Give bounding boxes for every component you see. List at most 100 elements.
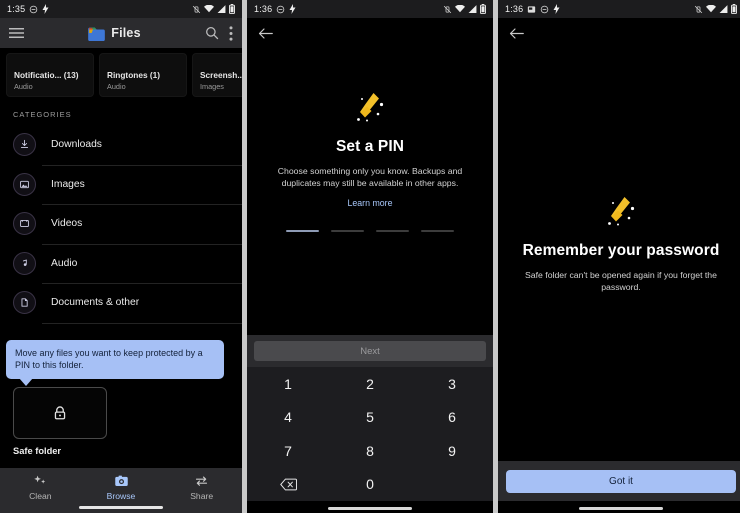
back-arrow-icon[interactable] <box>509 27 524 40</box>
sidebar-item-label: Downloads <box>51 139 102 151</box>
sidebar-item-audio[interactable]: Audio <box>0 243 242 284</box>
more-vert-icon[interactable] <box>229 25 233 41</box>
bottom-navigation: Clean Browse Share <box>0 468 242 513</box>
key-backspace[interactable] <box>247 468 329 502</box>
file-card[interactable]: Ringtones (1) Audio <box>99 53 187 97</box>
panel-set-a-pin: 1:36 Set a PIN Choose something only you… <box>247 0 493 513</box>
vibrate-off-icon <box>694 5 703 14</box>
progress-dash[interactable] <box>376 229 409 233</box>
file-card[interactable]: Screensh... (1 Images <box>192 53 242 97</box>
safe-folder-button[interactable] <box>13 387 107 439</box>
progress-dash[interactable] <box>421 229 454 233</box>
browse-folder-icon <box>114 474 129 488</box>
tab-label: Share <box>190 491 214 501</box>
file-card[interactable]: Notificatio... (13) Audio <box>6 53 94 97</box>
file-card-subtitle: Audio <box>107 82 126 91</box>
tooltip-text: Move any files you want to keep protecte… <box>15 348 203 371</box>
battery-icon <box>229 4 235 14</box>
next-button-bar: Next <box>247 335 493 367</box>
signal-icon <box>217 5 226 13</box>
file-card-subtitle: Audio <box>14 82 33 91</box>
backspace-icon <box>279 478 297 491</box>
status-bar: 1:35 <box>0 0 242 18</box>
charging-bolt-icon <box>289 4 296 14</box>
home-indicator[interactable] <box>328 507 412 510</box>
music-note-icon <box>13 251 36 275</box>
status-bar: 1:36 <box>498 0 740 18</box>
status-time: 1:35 <box>7 4 26 14</box>
sidebar-item-downloads[interactable]: Downloads <box>0 125 242 165</box>
learn-more-link[interactable]: Learn more <box>348 198 393 208</box>
status-time: 1:36 <box>254 4 273 14</box>
safe-folder-tooltip: Move any files you want to keep protecte… <box>6 340 224 387</box>
charging-bolt-icon <box>553 4 560 14</box>
lock-icon <box>53 405 67 421</box>
key-0[interactable]: 0 <box>329 468 411 502</box>
tab-share[interactable]: Share <box>161 474 242 501</box>
image-icon <box>13 172 36 196</box>
key-4[interactable]: 4 <box>247 401 329 435</box>
password-hero: Remember your password Safe folder can't… <box>498 192 740 294</box>
sparkle-icon <box>33 474 48 488</box>
status-bar-left: 1:36 <box>254 4 296 14</box>
nav-strip <box>247 501 493 513</box>
pin-keypad: 1 2 3 4 5 6 7 8 9 0 <box>247 367 493 501</box>
key-9[interactable]: 9 <box>411 434 493 468</box>
key-7[interactable]: 7 <box>247 434 329 468</box>
home-indicator[interactable] <box>579 507 663 510</box>
wifi-icon <box>455 5 465 13</box>
key-5[interactable]: 5 <box>329 401 411 435</box>
battery-icon <box>731 4 737 14</box>
files-logo-icon <box>88 26 106 41</box>
status-bar-right <box>443 4 486 14</box>
tooltip-tail <box>19 378 33 387</box>
hero-title: Set a PIN <box>335 138 405 155</box>
sidebar-item-videos[interactable]: Videos <box>0 204 242 244</box>
status-bar-right <box>694 4 737 14</box>
screenshot-icon <box>527 5 536 14</box>
file-card-subtitle: Images <box>200 82 224 91</box>
key-2[interactable]: 2 <box>329 367 411 401</box>
progress-dash[interactable] <box>331 229 364 233</box>
signal-icon <box>719 5 728 13</box>
key-6[interactable]: 6 <box>411 401 493 435</box>
download-icon <box>13 133 36 157</box>
next-button[interactable]: Next <box>254 341 486 361</box>
search-icon[interactable] <box>205 26 219 40</box>
battery-icon <box>480 4 486 14</box>
progress-dash[interactable] <box>286 229 319 233</box>
pin-hero: Set a PIN Choose something only you know… <box>247 88 493 233</box>
sidebar-item-images[interactable]: Images <box>0 164 242 205</box>
back-arrow-icon[interactable] <box>258 27 273 40</box>
status-bar-left: 1:36 <box>505 4 560 14</box>
sidebar-item-label: Documents & other <box>51 297 140 309</box>
got-it-button[interactable]: Got it <box>506 469 736 493</box>
wifi-icon <box>204 5 214 13</box>
got-it-bar: Got it <box>498 461 740 501</box>
key-1[interactable]: 1 <box>247 367 329 401</box>
tab-browse[interactable]: Browse <box>81 474 162 501</box>
hero-title: Remember your password <box>522 242 720 259</box>
signal-icon <box>468 5 477 13</box>
wifi-icon <box>706 5 716 13</box>
yellow-broom-sparkle-icon <box>247 88 493 128</box>
sidebar-item-label: Videos <box>51 218 83 230</box>
back-row <box>498 18 740 48</box>
do-not-disturb-icon <box>276 5 285 14</box>
key-3[interactable]: 3 <box>411 367 493 401</box>
recent-files-strip: Notificatio... (13) Audio Ringtones (1) … <box>0 48 242 103</box>
key-8[interactable]: 8 <box>329 434 411 468</box>
panel-files-home: 1:35 Files Notificatio... (13) Audio Rin… <box>0 0 242 513</box>
video-icon <box>13 212 36 236</box>
back-row <box>247 18 493 48</box>
file-card-title: Screensh... (1 <box>200 70 242 80</box>
nav-strip <box>498 501 740 513</box>
tab-clean[interactable]: Clean <box>0 474 81 501</box>
app-bar: Files <box>0 18 242 48</box>
vibrate-off-icon <box>443 5 452 14</box>
sidebar-item-documents[interactable]: Documents & other <box>0 283 242 323</box>
hero-description: Safe folder can't be opened again if you… <box>525 270 717 293</box>
home-indicator[interactable] <box>79 506 163 509</box>
sidebar-item-label: Audio <box>51 257 78 269</box>
hamburger-menu-icon[interactable] <box>9 27 24 39</box>
